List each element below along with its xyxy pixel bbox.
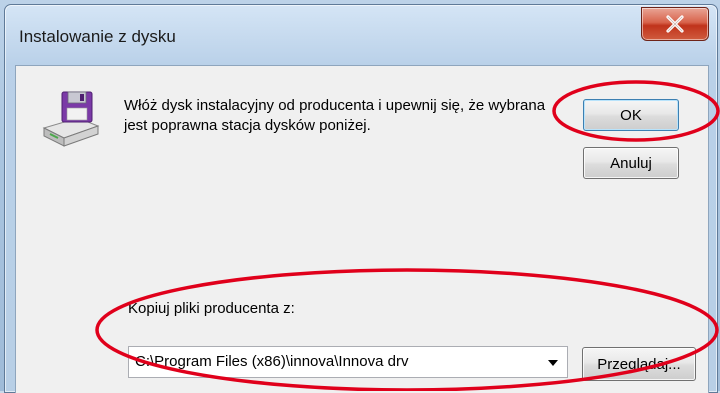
instruction-text: Włóż dysk instalacyjny od producenta i u… — [124, 97, 546, 134]
chevron-down-icon[interactable] — [547, 359, 559, 367]
browse-button[interactable]: Przeglądaj... — [582, 347, 696, 381]
ok-button[interactable]: OK — [583, 99, 679, 131]
copy-from-combobox[interactable]: C:\Program Files (x86)\innova\Innova drv — [128, 346, 568, 378]
title-bar[interactable]: Instalowanie z dysku — [5, 5, 717, 65]
close-button[interactable] — [641, 7, 709, 41]
window-title: Instalowanie z dysku — [19, 27, 176, 46]
close-icon — [666, 15, 684, 33]
dialog-window: Instalowanie z dysku Włóż dysk instalacy… — [4, 4, 718, 393]
copy-from-label: Kopiuj pliki producenta z: — [128, 300, 295, 317]
floppy-disk-drive-icon — [42, 91, 100, 147]
dialog-client-area: Włóż dysk instalacyjny od producenta i u… — [15, 65, 709, 393]
cancel-button[interactable]: Anuluj — [583, 147, 679, 179]
copy-from-value: C:\Program Files (x86)\innova\Innova drv — [135, 353, 409, 370]
